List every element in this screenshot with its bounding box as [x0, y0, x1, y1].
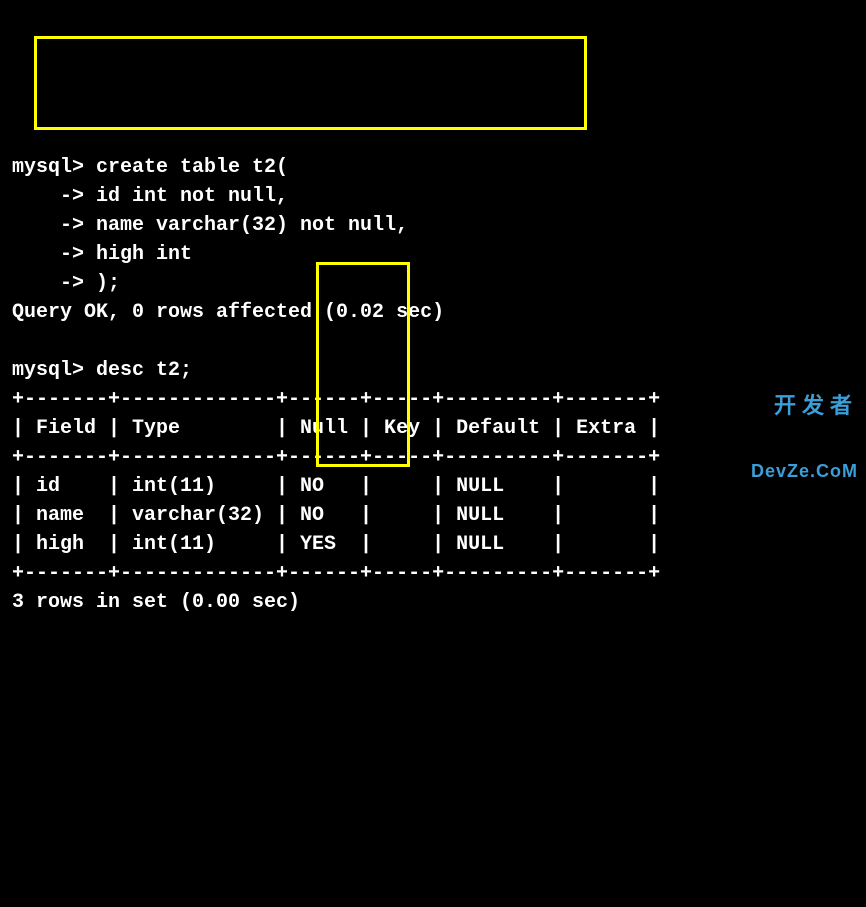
watermark-cn: 开发者 [751, 394, 858, 418]
table-border: +-------+-------------+------+-----+----… [12, 388, 660, 411]
cont-prompt: -> [12, 185, 84, 208]
cmd-line: ); [84, 272, 120, 295]
watermark: 开发者 DevZe.CoM [751, 350, 858, 504]
table-row: | id | int(11) | NO | | NULL | | [12, 475, 660, 498]
table-row: | high | int(11) | YES | | NULL | | [12, 533, 660, 556]
cont-prompt: -> [12, 272, 84, 295]
table-header: | Field | Type | Null | Key | Default | … [12, 417, 660, 440]
cont-prompt: -> [12, 243, 84, 266]
table-border: +-------+-------------+------+-----+----… [12, 562, 660, 585]
query-result: Query OK, 0 rows affected (0.02 sec) [12, 301, 444, 324]
cmd-line: high int [84, 243, 192, 266]
cmd-line: id int not null, [84, 185, 288, 208]
terminal-output: mysql> create table t2( -> id int not nu… [12, 124, 854, 617]
table-border: +-------+-------------+------+-----+----… [12, 446, 660, 469]
cont-prompt: -> [12, 214, 84, 237]
prompt: mysql> [12, 156, 84, 179]
cmd-create: create table t2( [84, 156, 288, 179]
query-result: 3 rows in set (0.00 sec) [12, 591, 300, 614]
prompt: mysql> [12, 359, 84, 382]
cmd-line: name varchar(32) not null, [84, 214, 408, 237]
watermark-en: DevZe.CoM [751, 462, 858, 482]
cmd-desc: desc t2; [84, 359, 192, 382]
table-row: | name | varchar(32) | NO | | NULL | | [12, 504, 660, 527]
highlight-create-columns [34, 36, 587, 130]
